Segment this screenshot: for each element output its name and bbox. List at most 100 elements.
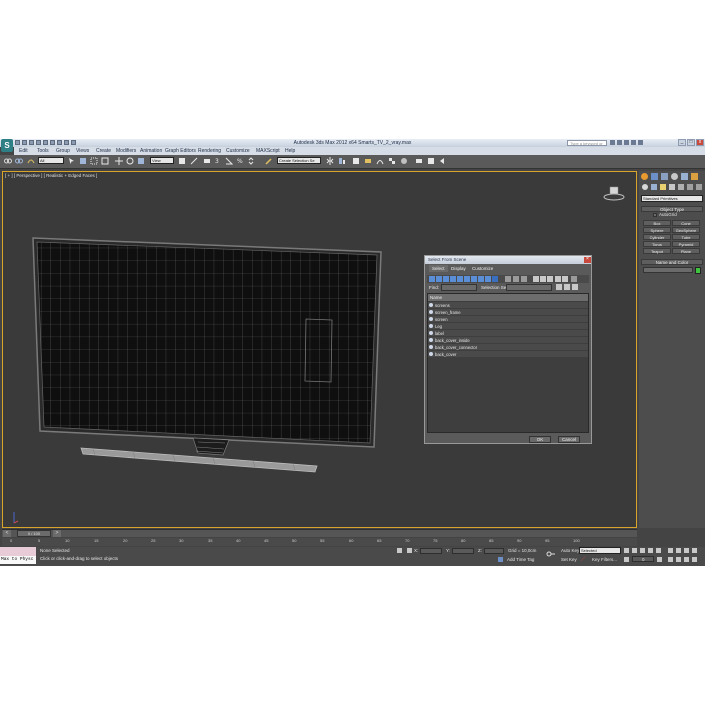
list-item[interactable]: back_cover_inside: [428, 337, 588, 344]
display-helpers-icon[interactable]: [457, 276, 463, 282]
curve-editor-icon[interactable]: [376, 157, 384, 165]
display-bones-icon[interactable]: [485, 276, 491, 282]
display-all-icon[interactable]: [505, 276, 511, 282]
graphite-ribbon-icon[interactable]: [364, 157, 372, 165]
edit-selection-set-icon[interactable]: [564, 284, 570, 290]
ok-button[interactable]: OK: [529, 436, 551, 443]
snaps-toggle-icon[interactable]: 3: [214, 157, 222, 165]
menu-customize[interactable]: Customize: [226, 148, 250, 154]
pivot-center-icon[interactable]: [178, 157, 186, 165]
systems-icon[interactable]: [696, 184, 702, 190]
display-groups-icon[interactable]: [471, 276, 477, 282]
modify-tab-icon[interactable]: [651, 173, 658, 180]
geosphere-button[interactable]: GeoSphere: [672, 227, 700, 233]
maxscript-mini-listener[interactable]: Max to Physc: [0, 547, 36, 564]
time-slider-thumb[interactable]: 0 / 100: [17, 530, 51, 537]
lights-icon[interactable]: [660, 184, 666, 190]
select-by-name-icon[interactable]: [79, 157, 87, 165]
bind-space-warp-icon[interactable]: [27, 157, 35, 165]
subscription-icon[interactable]: [617, 140, 622, 145]
time-slider[interactable]: < 0 / 100 >: [2, 529, 637, 537]
z-coordinate-field[interactable]: [484, 548, 504, 554]
create-tab-icon[interactable]: [641, 173, 648, 180]
selection-set-dropdown[interactable]: [506, 284, 552, 291]
filter-icon[interactable]: [571, 276, 577, 282]
x-coordinate-field[interactable]: [420, 548, 442, 554]
scale-icon[interactable]: [137, 157, 145, 165]
spinner-snap-icon[interactable]: [247, 157, 255, 165]
menu-maxscript[interactable]: MAXScript: [256, 148, 280, 154]
maximize-viewport-icon[interactable]: [692, 557, 697, 562]
find-input[interactable]: [441, 284, 477, 291]
tab-display[interactable]: Display: [448, 265, 469, 272]
name-and-color-rollout-header[interactable]: Name and Color: [641, 259, 703, 265]
delete-selection-set-icon[interactable]: [572, 284, 578, 290]
go-to-end-icon[interactable]: [656, 548, 661, 553]
help-icon[interactable]: [638, 140, 643, 145]
tab-select[interactable]: Select: [429, 265, 448, 272]
move-icon[interactable]: [115, 157, 123, 165]
hierarchy-tab-icon[interactable]: [661, 173, 668, 180]
pyramid-button[interactable]: Pyramid: [672, 241, 700, 247]
select-manipulate-icon[interactable]: [190, 157, 198, 165]
name-column-header[interactable]: Name: [428, 294, 588, 301]
zoom-icon[interactable]: [668, 548, 673, 553]
tab-customize[interactable]: Customize: [469, 265, 496, 272]
display-tab-icon[interactable]: [681, 173, 688, 180]
plane-button[interactable]: Plane: [672, 248, 700, 254]
select-dependents-icon[interactable]: [562, 276, 568, 282]
list-item[interactable]: screen_frame: [428, 309, 588, 316]
select-and-link-icon[interactable]: [4, 157, 12, 165]
time-configuration-icon[interactable]: [657, 557, 662, 562]
menu-tools[interactable]: Tools: [37, 148, 49, 154]
tube-button[interactable]: Tube: [672, 234, 700, 240]
search-input[interactable]: Type a keyword or phrase: [567, 140, 607, 151]
box-button[interactable]: Box: [643, 220, 671, 226]
selection-filter-dropdown[interactable]: All: [38, 157, 64, 164]
key-mode-icon[interactable]: [624, 557, 629, 562]
utilities-tab-icon[interactable]: [691, 173, 698, 180]
select-all-icon[interactable]: [533, 276, 539, 282]
y-coordinate-field[interactable]: [452, 548, 474, 554]
next-frame-icon[interactable]: >: [53, 530, 61, 537]
communication-icon[interactable]: [624, 140, 629, 145]
orbit-icon[interactable]: [684, 557, 689, 562]
play-icon[interactable]: [640, 548, 645, 553]
list-item[interactable]: back_cover_connector: [428, 344, 588, 351]
layer-manager-icon[interactable]: [352, 157, 360, 165]
rectangular-selection-icon[interactable]: [90, 157, 98, 165]
angle-snap-icon[interactable]: [225, 157, 233, 165]
set-key-button[interactable]: Set Key: [561, 557, 577, 562]
add-time-tag[interactable]: Add Time Tag: [507, 557, 534, 562]
display-invert-icon[interactable]: [521, 276, 527, 282]
select-none-icon[interactable]: [540, 276, 546, 282]
cylinder-button[interactable]: Cylinder: [643, 234, 671, 240]
display-lights-icon[interactable]: [443, 276, 449, 282]
named-selection-dropdown[interactable]: Create Selection Se: [277, 157, 321, 164]
zoom-all-icon[interactable]: [676, 548, 681, 553]
absolute-mode-icon[interactable]: [407, 548, 412, 553]
primitive-type-dropdown[interactable]: Standard Primitives: [641, 195, 703, 202]
reference-coordinate-dropdown[interactable]: View: [150, 157, 174, 164]
menu-animation[interactable]: Animation: [140, 148, 162, 154]
list-item[interactable]: label: [428, 330, 588, 337]
rendered-frame-window-icon[interactable]: [427, 157, 435, 165]
keyboard-shortcut-icon[interactable]: [203, 157, 211, 165]
maximize-button[interactable]: □: [687, 139, 695, 146]
key-filters-icon[interactable]: ⟋: [581, 557, 588, 563]
lock-selection-icon[interactable]: [397, 548, 402, 553]
list-item[interactable]: screen: [428, 316, 588, 323]
save-selection-set-icon[interactable]: [556, 284, 562, 290]
sphere-button[interactable]: Sphere: [643, 227, 671, 233]
edit-named-selection-icon[interactable]: [265, 157, 273, 165]
teapot-button[interactable]: Teapot: [643, 248, 671, 254]
menu-rendering[interactable]: Rendering: [198, 148, 221, 154]
previous-key-icon[interactable]: [632, 548, 637, 553]
unlink-icon[interactable]: [15, 157, 23, 165]
align-icon[interactable]: [338, 157, 346, 165]
render-setup-icon[interactable]: [415, 157, 423, 165]
material-editor-icon[interactable]: [400, 157, 408, 165]
dialog-close-icon[interactable]: ×: [584, 257, 591, 263]
time-tag-icon[interactable]: [498, 557, 503, 562]
rotate-icon[interactable]: [126, 157, 134, 165]
